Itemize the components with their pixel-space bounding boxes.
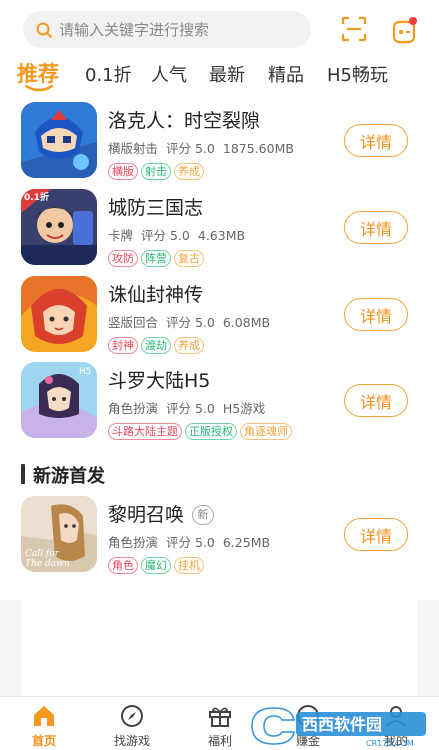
svg-text:CR173.COM: CR173.COM (366, 739, 414, 748)
svg-text:The dawn: The dawn (25, 559, 70, 569)
game-size: 6.25MB (222, 535, 271, 550)
game-tag: 养成 (174, 337, 204, 354)
tab-recommend[interactable]: 推荐 (17, 58, 59, 88)
search-bar[interactable] (23, 11, 311, 48)
tab-popular[interactable]: 人气 (151, 61, 187, 87)
details-button[interactable]: 详情 (344, 518, 408, 551)
game-tag: 角色 (108, 557, 138, 574)
game-tags: 横版 射击 养成 (108, 160, 207, 180)
game-name-text: 黎明召唤 (108, 504, 185, 526)
scan-icon[interactable] (341, 16, 367, 42)
game-center-icon[interactable] (392, 16, 418, 44)
game-score: 评分 5.0 (141, 228, 190, 243)
game-tag: 魔幻 (141, 557, 171, 574)
game-name: 黎明召唤新 (108, 500, 215, 527)
game-category: 角色扮演 (108, 535, 159, 550)
tab-active-indicator (25, 85, 53, 92)
new-badge: 新 (192, 505, 215, 525)
game-size: H5游戏 (222, 401, 266, 416)
svg-text:西西软件园: 西西软件园 (302, 715, 382, 734)
game-tag: 角逐魂师 (240, 423, 292, 440)
game-score: 评分 5.0 (166, 315, 215, 330)
game-item[interactable]: 0.1折 城防三国志 卡牌 评分 5.0 4.63MB 攻防 阵营 复古 详情 (0, 189, 439, 275)
game-name: 诛仙封神传 (108, 284, 204, 306)
game-tags: 斗路大陆主题 正版授权 角逐魂师 (108, 420, 295, 440)
game-name: 城防三国志 (108, 197, 204, 219)
details-button[interactable]: 详情 (344, 211, 408, 244)
game-tag: 正版授权 (185, 423, 237, 440)
game-category: 卡牌 (108, 228, 134, 243)
game-size: 4.63MB (197, 228, 246, 243)
tab-premium[interactable]: 精品 (268, 61, 304, 87)
nav-label: 找游戏 (113, 734, 150, 748)
search-icon (36, 22, 52, 38)
section-bar (21, 464, 25, 484)
svg-text:H5: H5 (79, 367, 92, 377)
content-panel: 推荐 0.1折 人气 最新 精品 H5畅玩 洛克人：时空裂隙 横版射击评分 5.… (0, 0, 439, 600)
game-score: 评分 5.0 (166, 535, 215, 550)
game-name: 斗罗大陆H5 (108, 370, 211, 392)
tab-h5[interactable]: H5畅玩 (327, 61, 388, 87)
tab-discount[interactable]: 0.1折 (85, 61, 132, 87)
game-tag: 封神 (108, 337, 138, 354)
game-name: 洛克人：时空裂隙 (108, 110, 261, 132)
gift-icon (209, 707, 231, 727)
nav-label: 首页 (31, 734, 56, 748)
watermark-logo: 西西软件园 CR173.COM (251, 707, 426, 748)
game-meta: 角色扮演 评分 5.0 H5游戏 (108, 398, 273, 417)
game-item[interactable]: 诛仙封神传 竖版回合 评分 5.0 6.08MB 封神 渡劫 养成 详情 (0, 276, 439, 362)
game-icon-zhuxian (21, 276, 97, 352)
game-icon-rockman (21, 102, 97, 178)
details-button[interactable]: 详情 (344, 384, 408, 417)
game-category: 横版射击 (108, 141, 159, 156)
search-input[interactable] (59, 11, 299, 48)
notification-dot (409, 17, 417, 25)
game-tags: 角色 魔幻 挂机 (108, 554, 207, 574)
empty-card (21, 588, 418, 708)
game-tag: 射击 (141, 163, 171, 180)
nav-home[interactable]: 首页 (0, 697, 88, 750)
game-tag: 复古 (174, 250, 204, 267)
game-tag: 挂机 (174, 557, 204, 574)
game-tag: 横版 (108, 163, 138, 180)
game-icon-douluo: H5 (21, 362, 97, 438)
svg-text:0.1折: 0.1折 (24, 191, 49, 203)
svg-text:Call for: Call for (25, 549, 60, 559)
game-icon-castle-defense: 0.1折 (21, 189, 97, 265)
game-tag: 渡劫 (141, 337, 171, 354)
game-meta: 竖版回合 评分 5.0 6.08MB (108, 312, 278, 331)
game-icon-call-for-dawn: Call for The dawn (21, 496, 97, 572)
game-meta: 角色扮演 评分 5.0 6.25MB (108, 532, 278, 551)
details-button[interactable]: 详情 (344, 298, 408, 331)
game-item[interactable]: Call for The dawn 黎明召唤新 角色扮演 评分 5.0 6.25MB… (0, 496, 439, 582)
game-score: 评分 5.0 (166, 401, 215, 416)
section-title: 新游首发 (33, 466, 105, 487)
game-tags: 攻防 阵营 复古 (108, 247, 207, 267)
game-size: 6.08MB (222, 315, 271, 330)
game-tag: 养成 (174, 163, 204, 180)
game-item[interactable]: 洛克人：时空裂隙 横版射击 评分 5.0 1875.60MB 横版 射击 养成 详情 (0, 102, 439, 188)
compass-icon (121, 705, 143, 727)
game-item[interactable]: H5 斗罗大陆H5 角色扮演 评分 5.0 H5游戏 斗路大陆主题 正版授权 角逐魂师 … (0, 362, 439, 448)
game-meta: 卡牌 评分 5.0 4.63MB (108, 225, 253, 244)
game-meta: 横版射击 评分 5.0 1875.60MB (108, 138, 302, 157)
game-score: 评分 5.0 (166, 141, 215, 156)
game-tags: 封神 渡劫 养成 (108, 334, 207, 354)
details-button[interactable]: 详情 (344, 124, 408, 157)
game-size: 1875.60MB (222, 141, 294, 156)
game-tag: 攻防 (108, 250, 138, 267)
game-category: 竖版回合 (108, 315, 159, 330)
game-category: 角色扮演 (108, 401, 159, 416)
category-tabs: 推荐 0.1折 人气 最新 精品 H5畅玩 (0, 56, 439, 96)
game-tag: 斗路大陆主题 (108, 423, 182, 440)
nav-find-games[interactable]: 找游戏 (88, 697, 176, 750)
home-icon (34, 706, 54, 726)
tab-latest[interactable]: 最新 (209, 61, 245, 87)
game-tag: 阵营 (141, 250, 171, 267)
